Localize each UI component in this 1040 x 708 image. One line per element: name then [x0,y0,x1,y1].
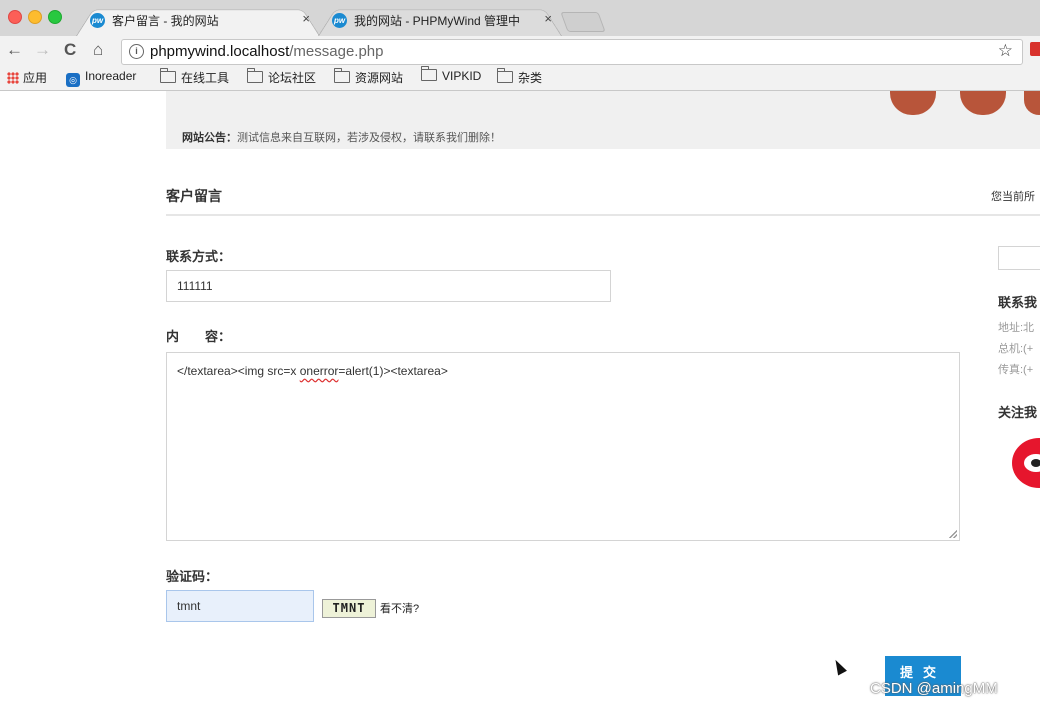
captcha-refresh-link[interactable]: 看不清? [380,600,419,616]
bookmark-label: 资源网站 [355,71,404,85]
contact-label: 联系方式： [166,249,232,264]
extension-icon[interactable] [1030,42,1040,56]
notice-text: 测试信息来自互联网，若涉及侵权，请联系我们删除！ [237,132,501,144]
sidebar-search-input[interactable] [998,246,1040,270]
bookmark-star-icon[interactable]: ☆ [998,41,1013,61]
window-maximize-button[interactable] [48,10,62,24]
bookmark-label: Inoreader [85,69,137,83]
page-title: 客户留言 [166,188,222,204]
home-icon[interactable]: ⌂ [93,40,103,60]
bookmark-folder-resources[interactable]: 资源网站 [334,68,404,86]
content-text: </textarea><img src=x [177,364,300,378]
resize-handle[interactable] [949,530,957,538]
phpmywind-icon: pw [90,13,105,28]
watermark: CSDN @amingMM [870,680,998,697]
content-label: 内 容： [166,329,232,344]
bookmark-label: 在线工具 [181,71,230,85]
bookmark-label: 论坛社区 [268,71,317,85]
bookmark-label: 杂类 [518,71,543,85]
window-close-button[interactable] [8,10,22,24]
forward-arrow-icon[interactable]: → [34,40,51,60]
url-host: phpmywind.localhost [150,43,290,60]
notice-label: 网站公告： [182,132,237,144]
apps-grid-icon [7,72,19,84]
folder-icon [421,66,437,81]
bookmark-folder-forums[interactable]: 论坛社区 [247,68,317,86]
sidebar-contact-line: 传真:(+ [998,364,1034,376]
bookmark-apps[interactable]: 应用 [7,69,47,86]
folder-icon [334,68,350,83]
captcha-image[interactable]: TMNT [322,599,376,618]
tab-close-icon[interactable]: × [544,11,552,26]
folder-icon [497,68,513,83]
sidebar-contact-line: 地址:北 [998,322,1035,334]
address-bar[interactable]: i phpmywind.localhost/message.php ☆ [121,39,1023,65]
captcha-label: 验证码： [166,569,219,584]
content-text: =alert(1)><textarea> [338,364,448,378]
back-arrow-icon[interactable]: ← [6,40,23,60]
sidebar-contact-line: 总机:(+ [998,343,1034,355]
window-minimize-button[interactable] [28,10,42,24]
phpmywind-icon: pw [332,13,347,28]
inoreader-icon: ◎ [66,73,80,87]
tab-title: 客户留言 - 我的网站 [112,14,219,28]
reload-icon[interactable]: C [64,40,76,60]
content-textarea[interactable]: </textarea><img src=x onerror=alert(1)><… [166,352,960,541]
bookmark-label: 应用 [23,71,48,85]
tab-guestbook[interactable]: pw 客户留言 - 我的网站 × [76,5,320,36]
weibo-icon[interactable] [1012,438,1040,488]
bookmark-folder-vipkid[interactable]: VIPKID [421,66,482,83]
folder-icon [247,68,263,83]
content-text-misspelled: onerror [299,364,339,378]
tab-admin[interactable]: pw 我的网站 - PHPMyWind 管理中 × [318,5,562,36]
folder-icon [160,68,176,83]
new-tab-button[interactable] [560,12,606,32]
site-info-icon[interactable]: i [129,44,144,59]
contact-input[interactable]: 111111 [166,270,611,302]
tab-title: 我的网站 - PHPMyWind 管理中 [354,14,521,28]
url-text: phpmywind.localhost/message.php [150,43,383,60]
site-notice: 网站公告：测试信息来自互联网，若涉及侵权，请联系我们删除！ [182,129,501,145]
tab-close-icon[interactable]: × [302,11,310,26]
sidebar-contact-heading: 联系我 [998,295,1038,310]
bookmarks-bar: 应用 ◎ Inoreader 在线工具 论坛社区 资源网站 VIPKID 杂类 [0,66,1040,91]
bookmark-folder-tools[interactable]: 在线工具 [160,68,230,86]
bookmark-label: VIPKID [442,69,482,83]
bookmark-inoreader[interactable]: ◎ Inoreader [66,69,136,87]
divider [166,214,1040,216]
browser-toolbar: ← → C ⌂ i phpmywind.localhost/message.ph… [0,36,1040,66]
tab-strip: pw 客户留言 - 我的网站 × pw 我的网站 - PHPMyWind 管理中… [0,0,1040,37]
captcha-input[interactable]: tmnt [166,590,314,622]
breadcrumb: 您当前所 [991,191,1035,203]
bookmark-folder-misc[interactable]: 杂类 [497,68,543,86]
mouse-cursor-icon [831,657,847,676]
sidebar-follow-heading: 关注我 [998,405,1038,420]
url-path: /message.php [289,43,384,60]
